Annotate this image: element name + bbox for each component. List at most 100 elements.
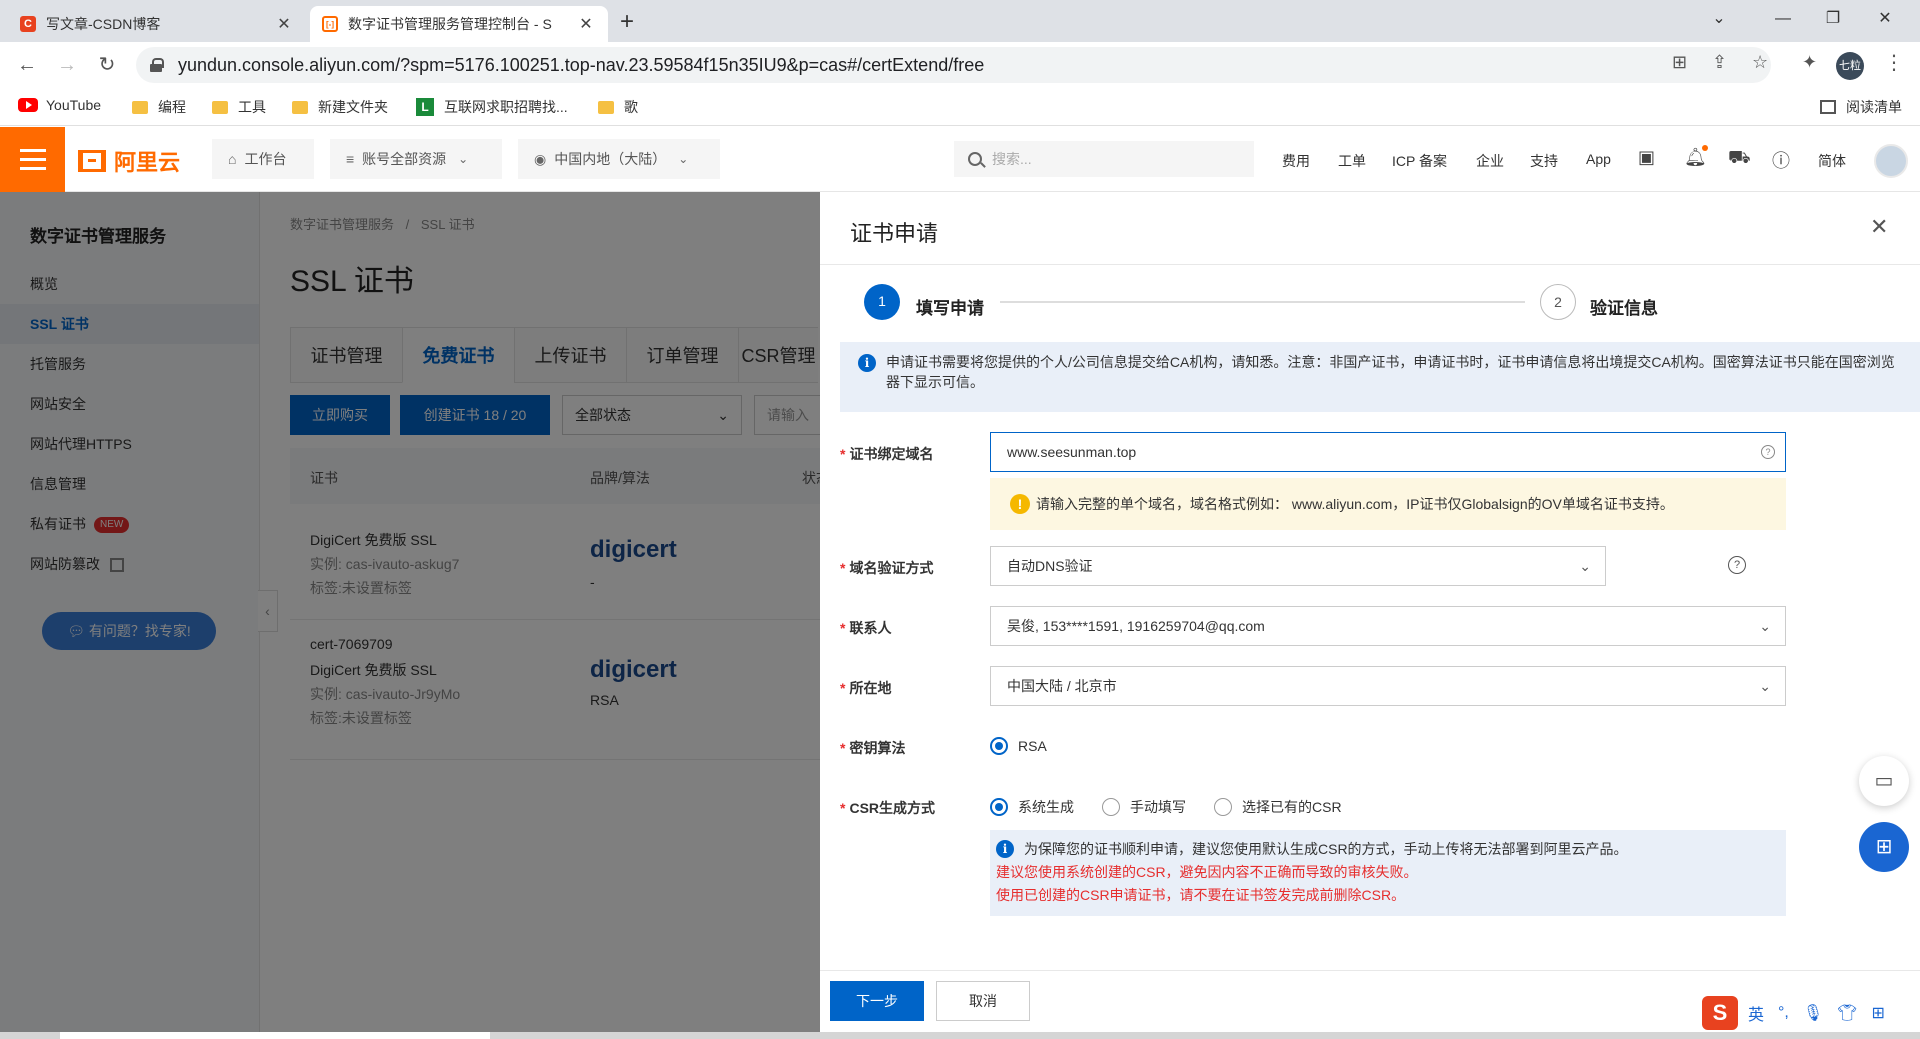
home-icon: ⌂ — [228, 151, 237, 167]
browser-tab-aliyun[interactable]: [-] 数字证书管理服务管理控制台 - S ✕ — [310, 6, 608, 42]
reload-icon[interactable]: ↻ — [92, 50, 122, 80]
ime-language-toggle[interactable]: 英 — [1748, 1001, 1764, 1025]
folder-icon — [598, 100, 614, 114]
nav-tickets[interactable]: 工单 — [1338, 151, 1366, 171]
warning-icon: ! — [1010, 494, 1030, 514]
window-close-icon[interactable]: ✕ — [1862, 4, 1908, 34]
location-select[interactable]: 中国大陆 / 北京市 ⌄ — [990, 666, 1786, 706]
bookmarks-bar: YouTube 编程 工具 新建文件夹 L 互联网求职招聘找... 歌 阅读清单 — [0, 88, 1920, 126]
forward-icon[interactable]: → — [52, 50, 82, 80]
bookmark-folder[interactable]: 工具 — [212, 97, 266, 117]
ime-grid-icon[interactable]: ⊞ — [1871, 1003, 1884, 1023]
punctuation-icon[interactable]: °, — [1778, 1004, 1789, 1022]
horizontal-scrollbar[interactable] — [0, 1032, 1920, 1039]
close-icon[interactable]: ✕ — [274, 14, 294, 34]
browser-tab-csdn[interactable]: C 写文章-CSDN博客 ✕ — [8, 6, 306, 42]
menu-hamburger-icon[interactable] — [0, 127, 65, 192]
algo-radio-rsa[interactable]: RSA — [990, 737, 1047, 755]
bookmark-folder[interactable]: 歌 — [598, 97, 638, 117]
divider — [820, 264, 1920, 265]
region-selector[interactable]: ◉ 中国内地（大陆） ⌄ — [518, 139, 720, 179]
verify-method-select[interactable]: 自动DNS验证 ⌄ — [990, 546, 1606, 586]
location-label: * 所在地 — [840, 680, 892, 696]
bookmark-job-site[interactable]: L 互联网求职招聘找... — [416, 97, 568, 117]
modal-overlay[interactable] — [0, 192, 820, 1039]
sogou-ime-icon[interactable]: S — [1702, 996, 1738, 1030]
nav-icp[interactable]: ICP 备案 — [1392, 151, 1447, 171]
csr-radio-manual[interactable]: 手动填写 — [1102, 797, 1186, 817]
help-icon[interactable]: ? — [1728, 556, 1746, 574]
share-icon[interactable]: ⇪ — [1712, 52, 1727, 73]
cert-apply-drawer: 证书申请 ✕ 1 填写申请 2 验证信息 i 申请证书需要将您提供的个人/公司信… — [820, 192, 1920, 1039]
tab-title: 写文章-CSDN博客 — [46, 16, 161, 32]
help-icon[interactable]: ⓘ — [1772, 147, 1790, 173]
console-top-nav: 阿里云 ⌂ 工作台 ≡ 账号全部资源 ⌄ ◉ 中国内地（大陆） ⌄ 搜索... 费用 工单… — [0, 127, 1920, 192]
folder-icon — [132, 100, 148, 114]
browser-tab-bar: C 写文章-CSDN博客 ✕ [-] 数字证书管理服务管理控制台 - S ✕ +… — [0, 0, 1920, 42]
tab-title: 数字证书管理服务管理控制台 - S — [348, 16, 552, 32]
help-icon[interactable]: ? — [1761, 445, 1775, 459]
contact-select[interactable]: 吴俊, 153****1591, 1916259704@qq.com ⌄ — [990, 606, 1786, 646]
folder-icon — [212, 100, 228, 114]
resource-selector[interactable]: ≡ 账号全部资源 ⌄ — [330, 139, 502, 179]
back-icon[interactable]: ← — [12, 50, 42, 80]
radio-checked-icon — [990, 737, 1008, 755]
language-switch[interactable]: 简体 — [1818, 151, 1846, 171]
console-search-input[interactable]: 搜索... — [954, 141, 1254, 177]
cancel-button[interactable]: 取消 — [936, 981, 1030, 1021]
scrollbar-thumb[interactable] — [60, 1032, 490, 1039]
workbench-button[interactable]: ⌂ 工作台 — [212, 139, 314, 179]
step-1-label: 填写申请 — [916, 299, 984, 318]
feedback-chat-icon[interactable]: ▭ — [1859, 756, 1909, 806]
bookmark-folder[interactable]: 新建文件夹 — [292, 97, 388, 117]
info-icon: i — [858, 354, 876, 372]
browser-menu-icon[interactable]: ⋮ — [1884, 50, 1904, 75]
step-1-indicator: 1 — [864, 284, 900, 320]
csr-warning-text: 建议您使用系统创建的CSR，避免因内容不正确而导致的审核失败。 — [996, 864, 1418, 880]
url-field[interactable]: yundun.console.aliyun.com/?spm=5176.1002… — [136, 47, 1771, 83]
next-step-button[interactable]: 下一步 — [830, 981, 924, 1021]
aliyun-favicon-icon: [-] — [322, 16, 338, 32]
ime-toolbar: S 英 °, 🎙︎ 👕︎ ⊞ — [1696, 992, 1920, 1034]
bookmark-youtube[interactable]: YouTube — [18, 97, 101, 113]
location-pin-icon: ◉ — [534, 150, 547, 167]
aliyun-logo[interactable]: 阿里云 — [78, 145, 180, 177]
csr-radio-existing[interactable]: 选择已有的CSR — [1214, 797, 1342, 817]
close-icon[interactable]: ✕ — [1870, 214, 1888, 240]
extensions-icon[interactable]: ✦ — [1802, 52, 1817, 73]
reading-list[interactable]: 阅读清单 — [1820, 97, 1902, 117]
apps-grid-icon[interactable]: ⊞ — [1859, 822, 1909, 872]
youtube-icon — [18, 98, 38, 112]
divider — [820, 970, 1920, 971]
nav-support[interactable]: 支持 — [1530, 151, 1558, 171]
skin-icon[interactable]: 👕︎ — [1837, 1003, 1857, 1023]
profile-avatar[interactable]: 七粒 — [1836, 52, 1864, 80]
nav-app[interactable]: App — [1586, 151, 1611, 167]
domain-input[interactable]: www.seesunman.top ? — [990, 432, 1786, 472]
close-icon[interactable]: ✕ — [576, 14, 596, 34]
verify-method-label: * 域名验证方式 — [840, 560, 934, 576]
url-text: yundun.console.aliyun.com/?spm=5176.1002… — [178, 54, 985, 75]
microphone-icon[interactable]: 🎙︎ — [1803, 1003, 1823, 1023]
bookmark-star-icon[interactable]: ☆ — [1752, 52, 1768, 73]
new-tab-icon[interactable]: + — [620, 8, 634, 36]
radio-unchecked-icon — [1214, 798, 1232, 816]
cart-icon[interactable]: ⛟ — [1728, 147, 1751, 171]
csr-note-text: 为保障您的证书顺利申请，建议您使用默认生成CSR的方式，手动上传将无法部署到阿里… — [1024, 841, 1628, 857]
stack-icon: ≡ — [346, 151, 355, 167]
nav-fees[interactable]: 费用 — [1282, 151, 1310, 171]
cloud-shell-icon[interactable]: ▣ — [1638, 147, 1655, 168]
translate-icon[interactable]: ⊞ — [1672, 52, 1687, 73]
bookmark-folder[interactable]: 编程 — [132, 97, 186, 117]
user-avatar[interactable] — [1874, 144, 1908, 178]
step-2-indicator: 2 — [1540, 284, 1576, 320]
chevron-down-icon: ⌄ — [458, 152, 469, 166]
nav-enterprise[interactable]: 企业 — [1476, 151, 1504, 171]
address-bar: ← → ↻ yundun.console.aliyun.com/?spm=517… — [0, 42, 1920, 88]
restore-icon[interactable]: ❐ — [1810, 4, 1856, 34]
reading-list-icon — [1820, 100, 1836, 114]
minimize-icon[interactable]: — — [1760, 4, 1806, 34]
notice-text: 申请证书需要将您提供的个人/公司信息提交给CA机构，请知悉。注意：非国产证书，申… — [886, 354, 1895, 390]
csr-radio-system[interactable]: 系统生成 — [990, 797, 1074, 817]
tab-search-chevron-icon[interactable]: ⌄ — [1696, 4, 1742, 34]
